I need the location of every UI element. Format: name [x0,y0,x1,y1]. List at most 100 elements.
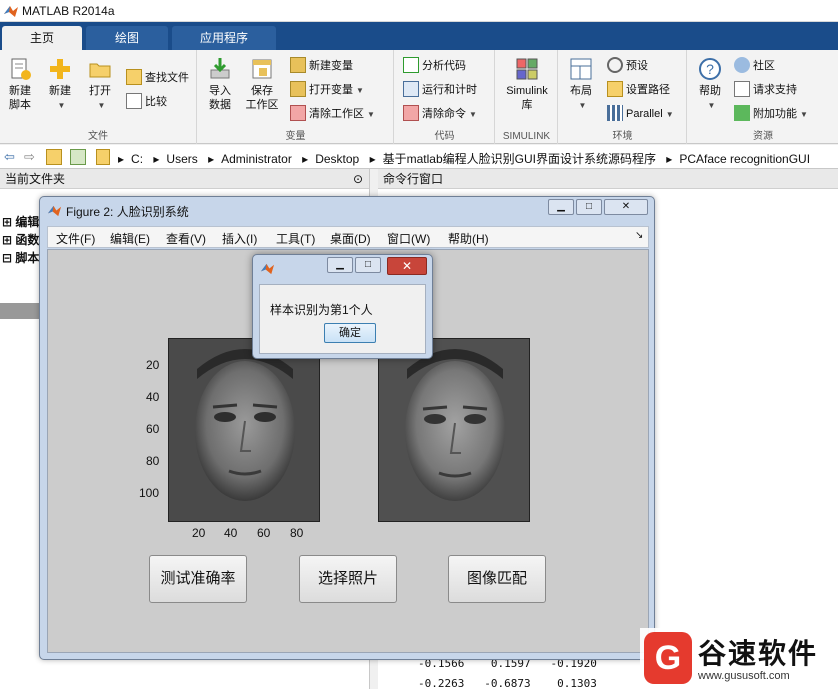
breadcrumb-sep: ▸ [118,152,125,166]
run-and-time-button[interactable]: 运行和计时 [403,80,477,100]
simulink-library-icon [516,58,538,80]
image-match-button[interactable]: 图像匹配 [448,555,546,603]
open-variable-button[interactable]: 打开变量 ▼ [290,80,364,100]
test-face-axes [168,338,320,522]
close-button[interactable]: ✕ [387,257,427,275]
help-label: 帮助 [699,85,721,97]
figure-menubar: 文件(F) 编辑(E) 查看(V) 插入(I) 工具(T) 桌面(D) 窗口(W… [47,226,649,248]
breadcrumb-item[interactable]: PCAface recognitionGUI [679,152,810,166]
maximize-button[interactable]: □ [355,257,381,273]
clear-workspace-icon [290,105,306,121]
layout-button[interactable]: 布局 ▼ [561,56,601,113]
tree-item[interactable]: ⊟ 脚本 [2,249,39,267]
simulink-group-label: SIMULINK [502,131,551,142]
community-button[interactable]: 社区 [734,56,775,76]
parallel-label: Parallel [626,108,663,120]
tree-item[interactable]: ⊞ 函数 [2,231,39,249]
menu-view[interactable]: 查看(V) [166,230,206,247]
new-script-button[interactable]: 新建 脚本 [0,56,40,112]
import-data-icon [210,58,230,79]
select-photo-button[interactable]: 选择照片 [299,555,397,603]
breadcrumb-item[interactable]: Desktop [315,152,359,166]
breadcrumb-item[interactable]: C: [131,152,143,166]
pane-menu-icon[interactable]: ⊙ [353,169,363,189]
clear-commands-icon [403,105,419,121]
close-button[interactable]: ✕ [604,199,648,215]
chevron-down-icon: ▼ [469,110,477,119]
breadcrumb: ▸ C: ▸ Users ▸ Administrator ▸ Desktop ▸ 基于ma… [118,150,817,167]
menu-window[interactable]: 窗口(W) [387,230,430,247]
compare-button[interactable]: 比较 [126,92,167,112]
tab-plots[interactable]: 绘图 [86,26,168,50]
output-row: -0.2263 -0.6873 0.1303 [418,674,597,689]
matched-face-image [379,339,529,521]
save-workspace-button[interactable]: 保存 工作区 [242,56,282,112]
resources-group-label: 资源 [753,131,773,142]
breadcrumb-item[interactable]: Administrator [221,152,292,166]
open-button[interactable]: 打开 ▼ [80,56,120,113]
clear-commands-label: 清除命令 [422,108,466,120]
simulink-library-button[interactable]: Simulink 库 [502,56,552,112]
clear-commands-button[interactable]: 清除命令 ▼ [403,104,477,124]
new-button[interactable]: 新建 ▼ [40,56,80,113]
menu-tools[interactable]: 工具(T) [276,230,315,247]
close-icon: ✕ [621,201,631,212]
menu-help[interactable]: 帮助(H) [448,230,489,247]
add-ons-button[interactable]: 附加功能 ▼ [734,104,808,124]
folder-icon [89,63,111,78]
y-tick: 80 [146,454,160,468]
parallel-button[interactable]: Parallel ▼ [607,104,674,124]
svg-text:?: ? [706,61,714,77]
back-arrow-icon[interactable]: ⇦ [4,149,15,165]
tab-home[interactable]: 主页 [2,26,82,50]
breadcrumb-sep: ▸ [369,152,376,166]
test-face-image [169,339,319,521]
preferences-button[interactable]: 预设 [607,56,648,76]
menu-file[interactable]: 文件(F) [56,230,95,247]
ok-button[interactable]: 确定 [324,323,376,343]
up-folder-icon[interactable] [46,149,62,165]
tree-item[interactable]: ⊞ 编辑 [2,213,39,231]
menu-edit[interactable]: 编辑(E) [110,230,150,247]
request-support-button[interactable]: 请求支持 [734,80,797,100]
breadcrumb-item[interactable]: 基于matlab编程人脸识别GUI界面设计系统源码程序 [383,152,656,166]
folder-icon [96,149,110,165]
menu-insert[interactable]: 插入(I) [222,230,257,247]
find-files-button[interactable]: 查找文件 [126,68,189,88]
community-label: 社区 [753,60,775,72]
analyze-code-button[interactable]: 分析代码 [403,56,466,76]
simulink-library-label: Simulink 库 [506,85,548,111]
y-tick: 40 [146,390,160,404]
tree-item-label: 脚本 [15,251,40,265]
dock-arrow-icon[interactable]: ↘ [635,230,643,241]
chevron-down-icon: ▼ [665,110,674,119]
message-body: 样本识别为第1个人 确定 [259,284,426,354]
minimize-button[interactable]: ▁ [548,199,574,215]
import-data-button[interactable]: 导入 数据 [200,56,240,112]
app-title-bar: MATLAB R2014a [0,0,838,22]
x-tick: 60 [257,526,271,540]
new-variable-button[interactable]: 新建变量 [290,56,353,76]
breadcrumb-item[interactable]: Users [166,152,197,166]
y-tick: 100 [139,486,160,500]
address-bar: ⇦ ⇨ ▸ C: ▸ Users ▸ Administrator ▸ Desktop ▸… [0,145,838,169]
maximize-icon: □ [585,201,593,212]
set-path-button[interactable]: 设置路径 [607,80,670,100]
test-accuracy-button[interactable]: 测试准确率 [149,555,247,603]
new-script-label: 新建 脚本 [9,85,31,111]
close-icon: ✕ [401,259,413,273]
analyze-code-label: 分析代码 [422,60,466,72]
help-button[interactable]: ? 帮助 ▼ [690,56,730,113]
menu-desktop[interactable]: 桌面(D) [330,230,371,247]
maximize-button[interactable]: □ [576,199,602,215]
file-group-label: 文件 [88,131,108,142]
watermark: G 谷速软件 www.gususoft.com [640,628,838,689]
forward-arrow-icon[interactable]: ⇨ [24,149,35,165]
command-window-header: 命令行窗口 [378,169,838,189]
browse-folder-icon[interactable] [70,149,86,165]
watermark-name: 谷速软件 [698,638,819,669]
minimize-button[interactable]: ▁ [327,257,353,273]
clear-workspace-button[interactable]: 清除工作区 ▼ [290,104,375,124]
figure-title: Figure 2: 人脸识别系统 [66,205,189,219]
tab-apps[interactable]: 应用程序 [172,26,276,50]
